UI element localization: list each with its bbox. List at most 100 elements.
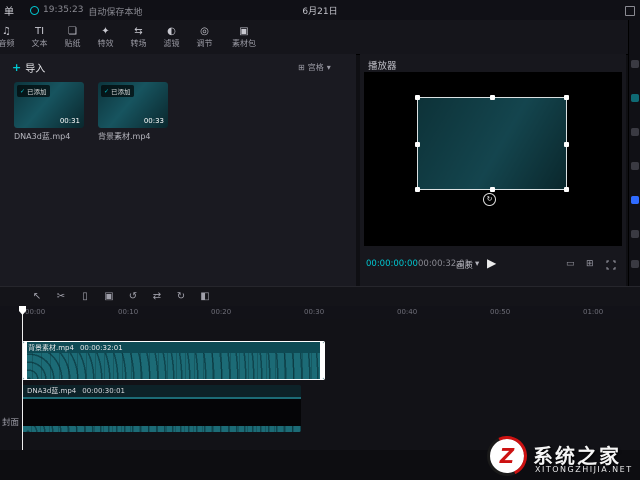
text-icon: TI: [35, 26, 44, 37]
current-timecode: 00:00:00:00: [366, 259, 418, 269]
check-icon: ✓: [20, 88, 25, 95]
tab-transition[interactable]: ⇆ 转场: [122, 21, 155, 53]
media-clip-card[interactable]: ✓ 已添加 00:33: [98, 82, 168, 128]
ruler-tick: 00:10: [118, 308, 138, 316]
timeline-ruler[interactable]: 00:00 00:10 00:20 00:30 00:40 00:50 01:0…: [0, 306, 640, 320]
handle-l[interactable]: [415, 142, 420, 147]
crop-tool-icon[interactable]: ◧: [198, 289, 212, 304]
right-sidebar: [628, 20, 640, 286]
audio-icon: ♫: [2, 26, 11, 37]
play-button[interactable]: ▶: [487, 256, 496, 270]
handle-r[interactable]: [564, 142, 569, 147]
timeline-toolbar: ↖ ✂ ▯ ▣ ↺ ⇄ ↻ ◧: [0, 286, 640, 307]
fullscreen-icon[interactable]: [606, 260, 616, 273]
ruler-tick: 00:00: [25, 308, 45, 316]
tab-effects[interactable]: ✦ 特效: [89, 21, 122, 53]
tab-text[interactable]: TI 文本: [23, 21, 56, 53]
added-badge: ✓ 已添加: [17, 85, 50, 97]
tab-filter[interactable]: ◐ 滤镜: [155, 21, 188, 53]
grid-view-icon: ⊞: [298, 63, 305, 72]
clip-duration: 00:31: [60, 117, 80, 125]
clip-waveform: [23, 353, 324, 379]
sidebar-item-icon[interactable]: [631, 230, 639, 238]
project-date: 6月21日: [290, 4, 350, 17]
playhead-line[interactable]: [22, 306, 23, 450]
video-editor-app: 单 19:35:23 自动保存本地 6月21日 ♫ 音频 TI 文本 ❏ 贴纸 …: [0, 0, 640, 480]
clip-filename: DNA3d蓝.mp4: [14, 131, 70, 142]
tab-material-pack[interactable]: ▣ 素材包: [221, 21, 267, 53]
adjust-icon: ◎: [200, 26, 209, 37]
import-button[interactable]: + 导入: [12, 60, 45, 75]
reverse-tool-icon[interactable]: ↺: [126, 289, 140, 304]
transition-icon: ⇆: [134, 26, 142, 37]
ratio-icon[interactable]: ▭: [566, 259, 575, 269]
tab-sticker[interactable]: ❏ 贴纸: [56, 21, 89, 53]
ruler-tick: 00:30: [304, 308, 324, 316]
chevron-down-icon: ▾: [327, 63, 331, 72]
clip-label: DNA3d蓝.mp4 00:00:30:01: [22, 385, 301, 397]
sidebar-item-icon[interactable]: [631, 260, 639, 268]
timeline-tracks: 背景素材.mp4 00:00:32:01 DNA3d蓝.mp4 00:00:30…: [0, 319, 640, 450]
sidebar-item-icon[interactable]: [631, 60, 639, 68]
selected-video-overlay[interactable]: [417, 97, 567, 190]
added-badge: ✓ 已添加: [101, 85, 134, 97]
layout-icon[interactable]: ⊞: [586, 259, 594, 269]
rotate-handle-icon[interactable]: ↻: [483, 193, 496, 206]
handle-br[interactable]: [564, 187, 569, 192]
sticker-icon: ❏: [68, 26, 77, 37]
rotate-tool-icon[interactable]: ↻: [174, 289, 188, 304]
trim-handle-right[interactable]: [320, 342, 324, 379]
handle-b[interactable]: [490, 187, 495, 192]
clip-filename: 背景素材.mp4: [98, 131, 151, 142]
media-clip-card[interactable]: ✓ 已添加 00:31: [14, 82, 84, 128]
preview-viewport[interactable]: ↻: [364, 72, 622, 246]
sidebar-item-icon[interactable]: [631, 94, 639, 102]
mirror-tool-icon[interactable]: ⇄: [150, 289, 164, 304]
filter-icon: ◐: [167, 26, 176, 37]
effects-icon: ✦: [101, 26, 109, 37]
autosave-clock-icon: [30, 6, 39, 15]
ruler-tick: 00:20: [211, 308, 231, 316]
player-title: 播放器: [368, 58, 397, 72]
delete-tool-icon[interactable]: ▯: [78, 289, 92, 304]
media-panel: + 导入 ⊞ 宫格 ▾ ✓ 已添加 00:31 ✓ 已添加 00:33 DNA3…: [0, 54, 356, 286]
plus-icon: +: [12, 61, 21, 74]
clip-waveform: [22, 426, 301, 432]
autosave-time: 19:35:23: [43, 5, 83, 18]
handle-tr[interactable]: [564, 95, 569, 100]
quality-dropdown[interactable]: 画质 ▾: [456, 259, 479, 271]
menu-button[interactable]: 单: [4, 3, 14, 18]
ruler-tick: 00:50: [490, 308, 510, 316]
ruler-tick: 01:00: [583, 308, 603, 316]
sidebar-item-icon[interactable]: [631, 128, 639, 136]
window-icon[interactable]: [625, 6, 635, 16]
timeline-tools: ↖ ✂ ▯ ▣ ↺ ⇄ ↻ ◧: [30, 289, 212, 304]
player-panel: 播放器 ↻ 00:00:00:00 00:00:32:01 画质 ▾ ▶ ▭: [360, 54, 626, 286]
handle-bl[interactable]: [415, 187, 420, 192]
timeline-clip[interactable]: DNA3d蓝.mp4 00:00:30:01: [22, 385, 301, 432]
split-tool-icon[interactable]: ✂: [54, 289, 68, 304]
clip-duration: 00:33: [144, 117, 164, 125]
player-controls: 00:00:00:00 00:00:32:01 画质 ▾ ▶ ▭ ⊞: [360, 252, 626, 278]
timeline-clip-selected[interactable]: 背景素材.mp4 00:00:32:01: [22, 341, 325, 380]
view-mode-dropdown[interactable]: ⊞ 宫格 ▾: [298, 62, 331, 73]
clip-label: 背景素材.mp4 00:00:32:01: [23, 342, 324, 353]
material-pack-icon: ▣: [239, 26, 248, 37]
autosave-status: 19:35:23 自动保存本地: [43, 5, 142, 18]
ruler-tick: 00:40: [397, 308, 417, 316]
tab-adjust[interactable]: ◎ 调节: [188, 21, 221, 53]
top-bar: 单 19:35:23 自动保存本地 6月21日: [0, 0, 640, 21]
sidebar-item-active-icon[interactable]: [631, 196, 639, 204]
sidebar-item-icon[interactable]: [631, 162, 639, 170]
watermark-site-url: XITONGZHIJIA.NET: [535, 465, 633, 474]
cover-button[interactable]: 封面: [2, 416, 19, 428]
ribbon-tabs: ♫ 音频 TI 文本 ❏ 贴纸 ✦ 特效 ⇆ 转场 ◐ 滤镜 ◎ 调节 ▣ 素材…: [0, 21, 267, 53]
autosave-label: 自动保存本地: [88, 5, 142, 18]
trim-handle-left[interactable]: [23, 342, 27, 379]
clip-filmstrip: [22, 399, 301, 426]
freeze-tool-icon[interactable]: ▣: [102, 289, 116, 304]
tab-audio[interactable]: ♫ 音频: [0, 21, 23, 53]
handle-tl[interactable]: [415, 95, 420, 100]
handle-t[interactable]: [490, 95, 495, 100]
select-tool-icon[interactable]: ↖: [30, 289, 44, 304]
